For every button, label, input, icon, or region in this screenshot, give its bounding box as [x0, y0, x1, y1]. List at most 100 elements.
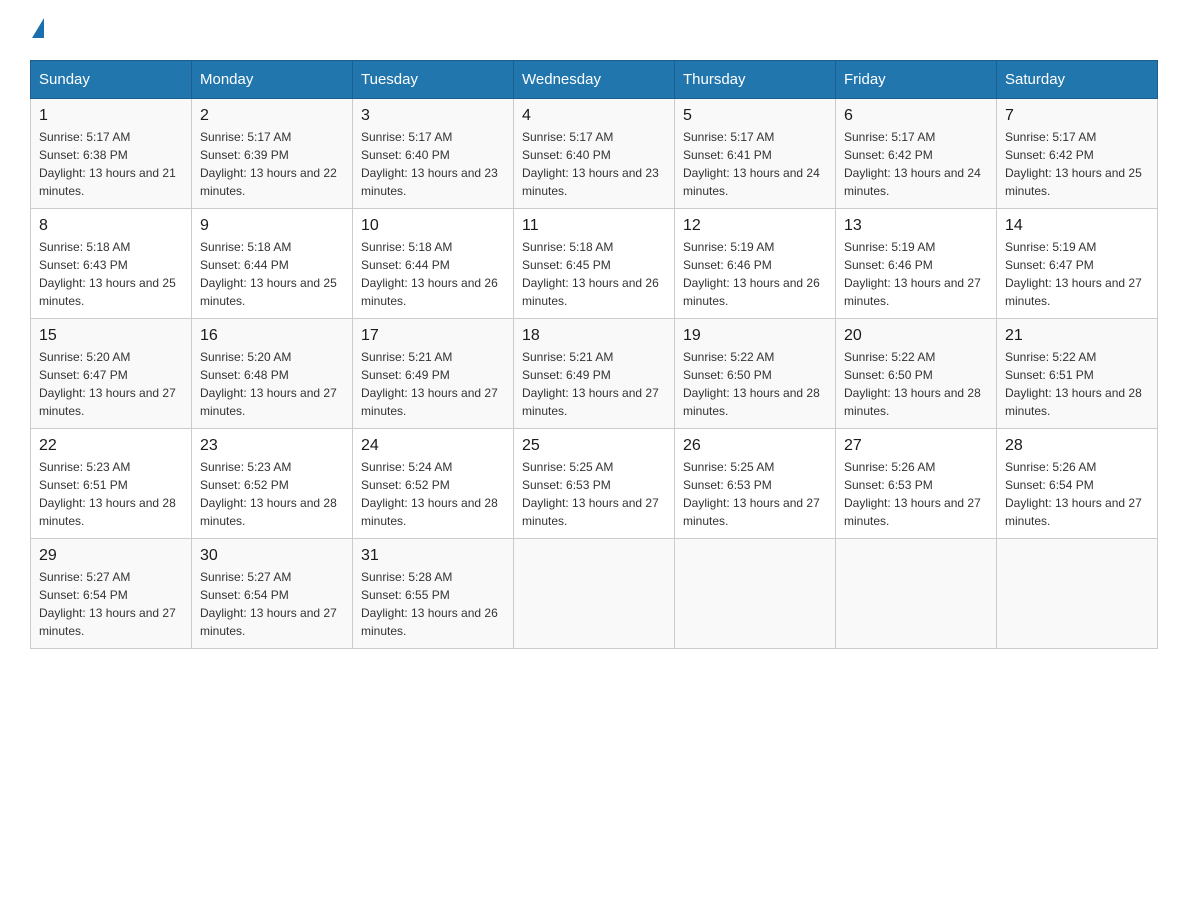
- day-number: 23: [200, 437, 344, 455]
- weekday-header-row: SundayMondayTuesdayWednesdayThursdayFrid…: [31, 61, 1158, 99]
- week-row-5: 29 Sunrise: 5:27 AMSunset: 6:54 PMDayligh…: [31, 539, 1158, 649]
- day-number: 24: [361, 437, 505, 455]
- calendar-cell: 10 Sunrise: 5:18 AMSunset: 6:44 PMDayligh…: [353, 209, 514, 319]
- day-info: Sunrise: 5:23 AMSunset: 6:51 PMDaylight:…: [39, 458, 183, 530]
- day-number: 27: [844, 437, 988, 455]
- day-number: 19: [683, 327, 827, 345]
- day-info: Sunrise: 5:27 AMSunset: 6:54 PMDaylight:…: [39, 568, 183, 640]
- calendar-cell: 20 Sunrise: 5:22 AMSunset: 6:50 PMDayligh…: [836, 319, 997, 429]
- day-number: 4: [522, 107, 666, 125]
- day-number: 13: [844, 217, 988, 235]
- calendar-cell: 29 Sunrise: 5:27 AMSunset: 6:54 PMDayligh…: [31, 539, 192, 649]
- calendar-cell: 18Sunrise: 5:21 AMSunset: 6:49 PMDayligh…: [514, 319, 675, 429]
- week-row-3: 15 Sunrise: 5:20 AMSunset: 6:47 PMDayligh…: [31, 319, 1158, 429]
- calendar-cell: 4 Sunrise: 5:17 AMSunset: 6:40 PMDaylight…: [514, 99, 675, 209]
- calendar-cell: 21 Sunrise: 5:22 AMSunset: 6:51 PMDayligh…: [997, 319, 1158, 429]
- calendar-cell: 13 Sunrise: 5:19 AMSunset: 6:46 PMDayligh…: [836, 209, 997, 319]
- weekday-header-friday: Friday: [836, 61, 997, 99]
- calendar-cell: 2Sunrise: 5:17 AMSunset: 6:39 PMDaylight…: [192, 99, 353, 209]
- day-number: 30: [200, 547, 344, 565]
- day-number: 31: [361, 547, 505, 565]
- day-info: Sunrise: 5:21 AMSunset: 6:49 PMDaylight:…: [361, 348, 505, 420]
- weekday-header-thursday: Thursday: [675, 61, 836, 99]
- day-number: 17: [361, 327, 505, 345]
- week-row-1: 1 Sunrise: 5:17 AMSunset: 6:38 PMDaylight…: [31, 99, 1158, 209]
- day-number: 12: [683, 217, 827, 235]
- day-number: 18: [522, 327, 666, 345]
- calendar-cell: [514, 539, 675, 649]
- day-info: Sunrise: 5:17 AMSunset: 6:41 PMDaylight:…: [683, 128, 827, 200]
- day-info: Sunrise: 5:19 AMSunset: 6:46 PMDaylight:…: [683, 238, 827, 310]
- calendar-cell: 19 Sunrise: 5:22 AMSunset: 6:50 PMDayligh…: [675, 319, 836, 429]
- calendar-cell: 16 Sunrise: 5:20 AMSunset: 6:48 PMDayligh…: [192, 319, 353, 429]
- day-info: Sunrise: 5:17 AMSunset: 6:42 PMDaylight:…: [1005, 128, 1149, 200]
- day-number: 10: [361, 217, 505, 235]
- day-number: 9: [200, 217, 344, 235]
- day-number: 29: [39, 547, 183, 565]
- day-number: 2: [200, 107, 344, 125]
- logo-triangle-icon: [32, 18, 44, 38]
- calendar-cell: 11Sunrise: 5:18 AMSunset: 6:45 PMDayligh…: [514, 209, 675, 319]
- day-number: 14: [1005, 217, 1149, 235]
- day-info: Sunrise: 5:17 AMSunset: 6:38 PMDaylight:…: [39, 128, 183, 200]
- day-info: Sunrise: 5:20 AMSunset: 6:47 PMDaylight:…: [39, 348, 183, 420]
- day-info: Sunrise: 5:20 AMSunset: 6:48 PMDaylight:…: [200, 348, 344, 420]
- calendar-cell: 26Sunrise: 5:25 AMSunset: 6:53 PMDayligh…: [675, 429, 836, 539]
- day-number: 20: [844, 327, 988, 345]
- day-info: Sunrise: 5:26 AMSunset: 6:54 PMDaylight:…: [1005, 458, 1149, 530]
- weekday-header-saturday: Saturday: [997, 61, 1158, 99]
- weekday-header-tuesday: Tuesday: [353, 61, 514, 99]
- day-info: Sunrise: 5:28 AMSunset: 6:55 PMDaylight:…: [361, 568, 505, 640]
- day-info: Sunrise: 5:18 AMSunset: 6:44 PMDaylight:…: [361, 238, 505, 310]
- week-row-4: 22Sunrise: 5:23 AMSunset: 6:51 PMDayligh…: [31, 429, 1158, 539]
- calendar-table: SundayMondayTuesdayWednesdayThursdayFrid…: [30, 60, 1158, 649]
- day-number: 25: [522, 437, 666, 455]
- calendar-cell: [836, 539, 997, 649]
- day-info: Sunrise: 5:25 AMSunset: 6:53 PMDaylight:…: [683, 458, 827, 530]
- day-info: Sunrise: 5:19 AMSunset: 6:46 PMDaylight:…: [844, 238, 988, 310]
- day-number: 6: [844, 107, 988, 125]
- day-number: 7: [1005, 107, 1149, 125]
- day-info: Sunrise: 5:18 AMSunset: 6:44 PMDaylight:…: [200, 238, 344, 310]
- day-number: 1: [39, 107, 183, 125]
- calendar-cell: 3 Sunrise: 5:17 AMSunset: 6:40 PMDaylight…: [353, 99, 514, 209]
- day-info: Sunrise: 5:22 AMSunset: 6:50 PMDaylight:…: [683, 348, 827, 420]
- day-info: Sunrise: 5:27 AMSunset: 6:54 PMDaylight:…: [200, 568, 344, 640]
- day-number: 5: [683, 107, 827, 125]
- day-info: Sunrise: 5:23 AMSunset: 6:52 PMDaylight:…: [200, 458, 344, 530]
- day-number: 15: [39, 327, 183, 345]
- calendar-cell: 23 Sunrise: 5:23 AMSunset: 6:52 PMDayligh…: [192, 429, 353, 539]
- day-info: Sunrise: 5:18 AMSunset: 6:45 PMDaylight:…: [522, 238, 666, 310]
- day-number: 8: [39, 217, 183, 235]
- calendar-cell: 8Sunrise: 5:18 AMSunset: 6:43 PMDaylight…: [31, 209, 192, 319]
- calendar-cell: 1 Sunrise: 5:17 AMSunset: 6:38 PMDaylight…: [31, 99, 192, 209]
- day-number: 21: [1005, 327, 1149, 345]
- day-info: Sunrise: 5:26 AMSunset: 6:53 PMDaylight:…: [844, 458, 988, 530]
- logo: [30, 20, 44, 40]
- day-number: 16: [200, 327, 344, 345]
- calendar-cell: 24 Sunrise: 5:24 AMSunset: 6:52 PMDayligh…: [353, 429, 514, 539]
- day-info: Sunrise: 5:24 AMSunset: 6:52 PMDaylight:…: [361, 458, 505, 530]
- day-info: Sunrise: 5:19 AMSunset: 6:47 PMDaylight:…: [1005, 238, 1149, 310]
- calendar-cell: 28 Sunrise: 5:26 AMSunset: 6:54 PMDayligh…: [997, 429, 1158, 539]
- calendar-cell: 9 Sunrise: 5:18 AMSunset: 6:44 PMDaylight…: [192, 209, 353, 319]
- week-row-2: 8Sunrise: 5:18 AMSunset: 6:43 PMDaylight…: [31, 209, 1158, 319]
- calendar-cell: 15 Sunrise: 5:20 AMSunset: 6:47 PMDayligh…: [31, 319, 192, 429]
- day-info: Sunrise: 5:17 AMSunset: 6:40 PMDaylight:…: [361, 128, 505, 200]
- day-number: 28: [1005, 437, 1149, 455]
- page-header: [30, 20, 1158, 40]
- calendar-cell: 25Sunrise: 5:25 AMSunset: 6:53 PMDayligh…: [514, 429, 675, 539]
- day-number: 3: [361, 107, 505, 125]
- calendar-cell: 14 Sunrise: 5:19 AMSunset: 6:47 PMDayligh…: [997, 209, 1158, 319]
- day-info: Sunrise: 5:17 AMSunset: 6:40 PMDaylight:…: [522, 128, 666, 200]
- calendar-cell: 30 Sunrise: 5:27 AMSunset: 6:54 PMDayligh…: [192, 539, 353, 649]
- calendar-cell: 5 Sunrise: 5:17 AMSunset: 6:41 PMDaylight…: [675, 99, 836, 209]
- calendar-cell: 27 Sunrise: 5:26 AMSunset: 6:53 PMDayligh…: [836, 429, 997, 539]
- day-info: Sunrise: 5:22 AMSunset: 6:50 PMDaylight:…: [844, 348, 988, 420]
- calendar-cell: 22Sunrise: 5:23 AMSunset: 6:51 PMDayligh…: [31, 429, 192, 539]
- weekday-header-sunday: Sunday: [31, 61, 192, 99]
- weekday-header-monday: Monday: [192, 61, 353, 99]
- calendar-cell: 31 Sunrise: 5:28 AMSunset: 6:55 PMDayligh…: [353, 539, 514, 649]
- weekday-header-wednesday: Wednesday: [514, 61, 675, 99]
- day-info: Sunrise: 5:22 AMSunset: 6:51 PMDaylight:…: [1005, 348, 1149, 420]
